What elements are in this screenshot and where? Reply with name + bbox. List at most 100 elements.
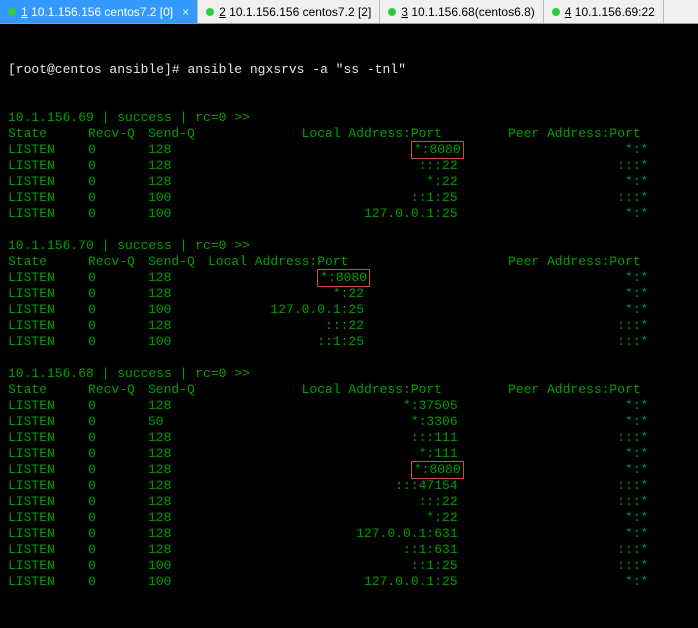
col-recvq: Recv-Q <box>88 254 148 270</box>
socket-row: LISTEN0128 ::1:631 :::* <box>8 542 690 558</box>
tab-0[interactable]: 1 10.1.156.156 centos7.2 [0] × <box>0 0 198 23</box>
cell-peer: *:* <box>508 302 658 318</box>
socket-row: LISTEN0100 127.0.0.1:25 *:* <box>8 574 690 590</box>
cell-peer: *:* <box>508 286 658 302</box>
cell-recvq: 0 <box>88 478 148 494</box>
col-state: State <box>8 254 88 270</box>
cell-peer: :::* <box>508 158 658 174</box>
col-peer: Peer Address:Port <box>508 126 658 142</box>
cell-recvq: 0 <box>88 174 148 190</box>
cell-sendq: 128 <box>148 158 208 174</box>
cell-peer: *:* <box>508 206 658 222</box>
tab-bar: 1 10.1.156.156 centos7.2 [0] × 2 10.1.156.… <box>0 0 698 24</box>
terminal-output[interactable]: [root@centos ansible]# ansible ngxsrvs -… <box>0 24 698 628</box>
cell-state: LISTEN <box>8 142 88 158</box>
cell-state: LISTEN <box>8 398 88 414</box>
cell-peer: :::* <box>508 190 658 206</box>
cell-local: *:111 <box>208 446 508 462</box>
socket-row: LISTEN0128 *:22 *:* <box>8 510 690 526</box>
column-header-row: StateRecv-QSend-Q Local Address:PortPeer… <box>8 126 690 142</box>
tab-2[interactable]: 3 10.1.156.68(centos6.8) <box>380 0 543 23</box>
cell-local: *:22 <box>208 286 508 302</box>
cell-recvq: 0 <box>88 542 148 558</box>
status-dot-icon <box>388 8 396 16</box>
cell-local: 127.0.0.1:631 <box>208 526 508 542</box>
cell-sendq: 128 <box>148 462 208 478</box>
cell-local: *:37505 <box>208 398 508 414</box>
col-recvq: Recv-Q <box>88 382 148 398</box>
cell-local: *:8080 <box>208 270 508 286</box>
cell-state: LISTEN <box>8 446 88 462</box>
cell-sendq: 128 <box>148 446 208 462</box>
cell-state: LISTEN <box>8 270 88 286</box>
tab-1[interactable]: 2 10.1.156.156 centos7.2 [2] <box>198 0 380 23</box>
socket-row: LISTEN0128 *:37505 *:* <box>8 398 690 414</box>
cell-local: 127.0.0.1:25 <box>208 302 508 318</box>
prompt-user-host: [root@centos ansible]# <box>8 62 180 78</box>
tab-label: 1 10.1.156.156 centos7.2 [0] <box>21 5 173 19</box>
cell-state: LISTEN <box>8 286 88 302</box>
cell-peer: :::* <box>508 318 658 334</box>
cell-state: LISTEN <box>8 318 88 334</box>
cell-peer: *:* <box>508 526 658 542</box>
cell-sendq: 128 <box>148 286 208 302</box>
tab-label: 2 10.1.156.156 centos7.2 [2] <box>219 5 371 19</box>
cell-recvq: 0 <box>88 318 148 334</box>
cell-state: LISTEN <box>8 206 88 222</box>
highlight-box: *:8080 <box>411 141 464 159</box>
cell-recvq: 0 <box>88 270 148 286</box>
cell-recvq: 0 <box>88 446 148 462</box>
cell-state: LISTEN <box>8 158 88 174</box>
cell-local: :::22 <box>208 494 508 510</box>
blank-line <box>8 350 690 366</box>
tab-label: 4 10.1.156.69:22 <box>565 5 655 19</box>
col-peer: Peer Address:Port <box>508 254 658 270</box>
socket-row: LISTEN0128 :::111 :::* <box>8 430 690 446</box>
cell-peer: :::* <box>508 542 658 558</box>
col-local: Local Address:Port <box>208 126 508 142</box>
cell-recvq: 0 <box>88 398 148 414</box>
socket-row: LISTEN0100 ::1:25 :::* <box>8 558 690 574</box>
cell-peer: :::* <box>508 478 658 494</box>
cell-state: LISTEN <box>8 430 88 446</box>
socket-row: LISTEN0100 127.0.0.1:25 *:* <box>8 302 690 318</box>
cell-recvq: 0 <box>88 206 148 222</box>
column-header-row: StateRecv-QSend-QLocal Address:PortPeer … <box>8 254 690 270</box>
cell-sendq: 128 <box>148 174 208 190</box>
status-dot-icon <box>552 8 560 16</box>
cell-recvq: 0 <box>88 494 148 510</box>
cell-sendq: 100 <box>148 334 208 350</box>
blank-line <box>8 590 690 606</box>
host-result-header: 10.1.156.69 | success | rc=0 >> <box>8 110 690 126</box>
cell-sendq: 100 <box>148 206 208 222</box>
cell-state: LISTEN <box>8 510 88 526</box>
cell-peer: *:* <box>508 174 658 190</box>
cell-peer: :::* <box>508 494 658 510</box>
cell-recvq: 0 <box>88 190 148 206</box>
col-state: State <box>8 382 88 398</box>
cell-recvq: 0 <box>88 510 148 526</box>
prompt-command: ansible ngxsrvs -a "ss -tnl" <box>187 62 405 78</box>
cell-local: 127.0.0.1:25 <box>208 574 508 590</box>
socket-row: LISTEN0128 *:8080 *:* <box>8 462 690 478</box>
cell-sendq: 128 <box>148 398 208 414</box>
socket-row: LISTEN0128 :::22 :::* <box>8 158 690 174</box>
cell-sendq: 128 <box>148 542 208 558</box>
cell-local: ::1:25 <box>208 334 508 350</box>
cell-local: ::1:631 <box>208 542 508 558</box>
cell-recvq: 0 <box>88 574 148 590</box>
cell-sendq: 100 <box>148 302 208 318</box>
cell-local: 127.0.0.1:25 <box>208 206 508 222</box>
socket-row: LISTEN0128 :::47154 :::* <box>8 478 690 494</box>
col-peer: Peer Address:Port <box>508 382 658 398</box>
tab-3[interactable]: 4 10.1.156.69:22 <box>544 0 664 23</box>
prompt-line: [root@centos ansible]# ansible ngxsrvs -… <box>8 62 690 78</box>
close-icon[interactable]: × <box>178 5 189 19</box>
cell-recvq: 0 <box>88 286 148 302</box>
col-sendq: Send-Q <box>148 126 208 142</box>
cell-local: ::1:25 <box>208 558 508 574</box>
cell-sendq: 128 <box>148 318 208 334</box>
cell-state: LISTEN <box>8 494 88 510</box>
cell-state: LISTEN <box>8 574 88 590</box>
cell-recvq: 0 <box>88 462 148 478</box>
